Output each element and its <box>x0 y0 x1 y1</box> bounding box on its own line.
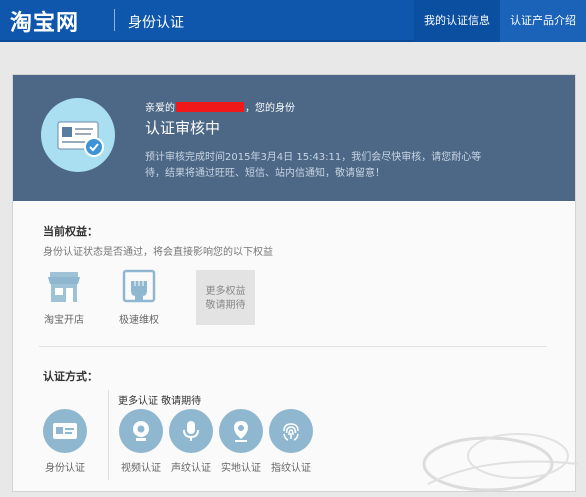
benefits-description: 身份认证状态是否通过，将会直接影响您的以下权益 <box>43 247 273 258</box>
header-nav: 我的认证信息 认证产品介绍 <box>414 0 586 42</box>
greeting-prefix: 亲爱的 <box>145 103 175 114</box>
methods-title: 认证方式： <box>43 370 98 383</box>
fist-icon <box>122 269 156 303</box>
benefit-open-shop[interactable]: 淘宝开店 <box>34 269 94 326</box>
benefit-label: 极速维权 <box>119 315 159 326</box>
more-benefits-placeholder: 更多权益 敬请期待 <box>196 270 255 325</box>
top-header: 淘宝网 身份认证 我的认证信息 认证产品介绍 <box>0 0 586 42</box>
verification-status: 认证审核中 <box>145 119 221 137</box>
greeting-line: 亲爱的 ，您的身份 <box>145 99 295 114</box>
nav-product-intro[interactable]: 认证产品介绍 <box>500 0 586 42</box>
id-card-icon <box>43 409 87 453</box>
taobao-logo[interactable]: 淘宝网 <box>10 5 79 37</box>
camera-icon <box>119 409 163 453</box>
id-card-shield-icon <box>41 98 115 172</box>
redacted-username <box>176 101 244 112</box>
benefits-title: 当前权益： <box>43 225 98 238</box>
benefit-fast-rights[interactable]: 极速维权 <box>109 269 169 326</box>
logo-divider <box>114 9 115 31</box>
benefit-label: 淘宝开店 <box>44 315 84 326</box>
watermark-image <box>422 433 579 492</box>
microphone-icon <box>169 409 213 453</box>
section-divider <box>39 346 547 347</box>
fingerprint-icon <box>269 409 313 453</box>
method-label: 身份认证 <box>45 463 85 474</box>
page-title: 身份认证 <box>128 15 184 31</box>
more-methods-title: 更多认证 敬请期待 <box>118 396 202 407</box>
more-benefits-line2: 敬请期待 <box>205 300 246 311</box>
estimate-notice: 预计审核完成时间2015年3月4日 15:43:11，我们会尽快审核，请您耐心等… <box>145 152 482 179</box>
greeting-suffix: ，您的身份 <box>245 103 295 114</box>
nav-my-certification[interactable]: 我的认证信息 <box>414 0 500 42</box>
location-pin-icon <box>219 409 263 453</box>
method-label: 指纹认证 <box>271 463 311 474</box>
status-banner: 亲爱的 ，您的身份 认证审核中 预计审核完成时间2015年3月4日 15:43:… <box>13 75 575 201</box>
more-benefits-line1: 更多权益 <box>205 286 246 297</box>
shop-icon <box>48 272 80 302</box>
method-fingerprint[interactable]: 指纹认证 <box>259 409 323 474</box>
method-identity[interactable]: 身份认证 <box>33 409 97 474</box>
